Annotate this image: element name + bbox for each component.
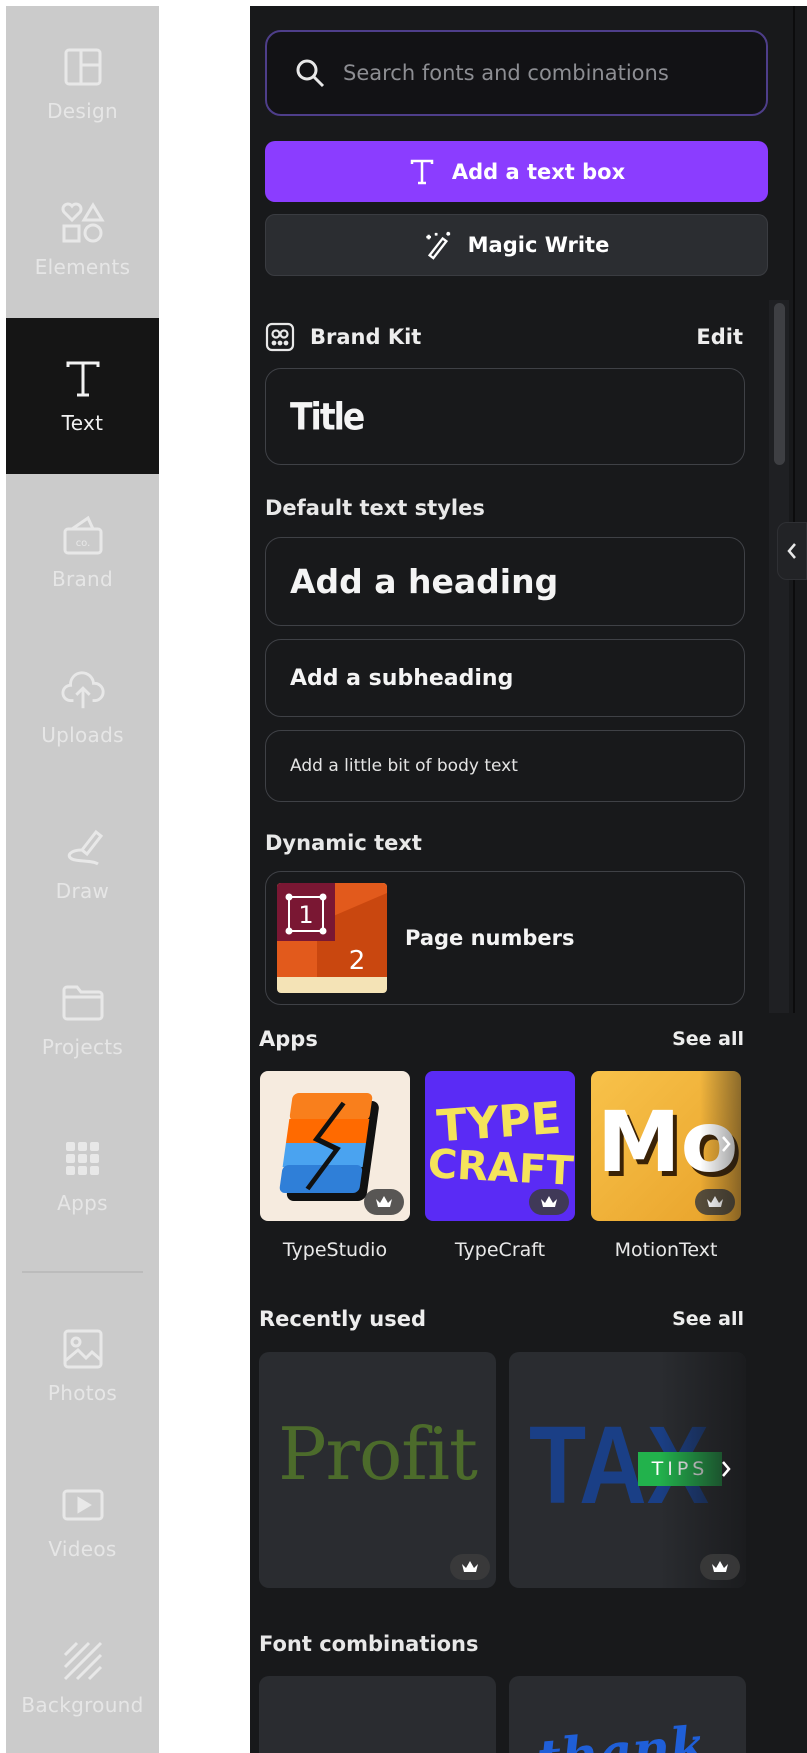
add-heading-button[interactable]: Add a heading xyxy=(265,537,745,626)
rail-item-text[interactable]: Text xyxy=(6,318,159,474)
brand-kit-edit-link[interactable]: Edit xyxy=(696,325,743,349)
premium-crown-icon xyxy=(450,1554,490,1580)
scrollbar-thumb[interactable] xyxy=(774,303,785,465)
search-placeholder: Search fonts and combinations xyxy=(343,61,669,85)
collapse-panel-button[interactable] xyxy=(777,522,807,580)
chevron-right-icon xyxy=(722,1136,731,1152)
body-text: Add a little bit of body text xyxy=(290,756,518,776)
rail-label: Apps xyxy=(57,1191,108,1215)
text-t-icon xyxy=(408,158,436,186)
rail-label: Photos xyxy=(47,1381,118,1405)
add-text-box-button[interactable]: Add a text box xyxy=(265,141,768,202)
rail-label: Brand xyxy=(51,567,114,591)
magic-wand-icon xyxy=(424,231,452,260)
rail-label: Videos xyxy=(48,1537,117,1561)
hatch-icon xyxy=(61,1639,105,1683)
rail-item-uploads[interactable]: Uploads xyxy=(6,630,159,786)
apps-header: Apps See all xyxy=(259,1027,744,1051)
thumb-number-2: 2 xyxy=(349,946,366,976)
page-numbers-label: Page numbers xyxy=(405,926,575,950)
panel-edge xyxy=(793,6,795,1013)
apps-next-button[interactable] xyxy=(713,1131,739,1157)
default-styles-label: Default text styles xyxy=(265,496,485,520)
rail-item-brand[interactable]: co. Brand xyxy=(6,474,159,630)
font-combo-thank-text: thank xyxy=(534,1714,709,1753)
chevron-right-icon xyxy=(722,1461,731,1477)
rail-item-background[interactable]: Background xyxy=(6,1600,159,1753)
subheading-text: Add a subheading xyxy=(290,665,514,691)
font-combo-item-thank[interactable]: thank xyxy=(509,1676,746,1753)
brand-kit-header: Brand Kit Edit xyxy=(265,320,743,354)
typestudio-thumbnail xyxy=(260,1071,410,1221)
brand-kit-icon xyxy=(265,322,295,352)
cloud-upload-icon xyxy=(61,669,105,713)
typecraft-art-line2: CRAFT xyxy=(427,1141,575,1195)
brand-kit-label: Brand Kit xyxy=(310,325,422,349)
shapes-icon xyxy=(61,201,105,245)
rail-label: Text xyxy=(61,411,104,435)
app-name: TypeStudio xyxy=(282,1239,388,1261)
page-numbers-button[interactable]: 1 2 Page numbers xyxy=(265,871,745,1005)
recent-profit-text: Profit xyxy=(278,1412,478,1496)
apps-see-all-link[interactable]: See all xyxy=(672,1028,744,1050)
rail-label: Draw xyxy=(55,879,110,903)
rail-item-videos[interactable]: Videos xyxy=(6,1444,159,1600)
video-icon xyxy=(61,1483,105,1527)
add-subheading-button[interactable]: Add a subheading xyxy=(265,639,745,717)
side-rail: Design Elements Text co. Brand Uploads D… xyxy=(6,6,159,1753)
dynamic-text-label: Dynamic text xyxy=(265,831,422,855)
thumb-number-1: 1 xyxy=(298,901,313,929)
rail-item-projects[interactable]: Projects xyxy=(6,942,159,1098)
svg-text:co.: co. xyxy=(75,538,90,549)
rail-label: Uploads xyxy=(41,723,124,747)
draw-icon xyxy=(61,825,105,869)
magic-write-label: Magic Write xyxy=(467,233,610,257)
recently-used-header: Recently used See all xyxy=(259,1307,744,1331)
text-t-icon xyxy=(61,357,105,401)
apps-label: Apps xyxy=(259,1027,318,1051)
recently-used-label: Recently used xyxy=(259,1307,427,1331)
typecraft-thumbnail: TYPE CRAFT xyxy=(425,1071,575,1221)
recent-item-profit[interactable]: Profit xyxy=(259,1352,496,1588)
magic-write-button[interactable]: Magic Write xyxy=(265,214,768,276)
brand-title-text: Title xyxy=(290,394,365,439)
folder-icon xyxy=(61,981,105,1025)
page-numbers-thumbnail: 1 2 xyxy=(277,883,387,993)
brand-title-style[interactable]: Title xyxy=(265,368,745,465)
add-body-text-button[interactable]: Add a little bit of body text xyxy=(265,730,745,802)
app-typestudio[interactable]: TypeStudio xyxy=(260,1071,410,1261)
rail-divider xyxy=(22,1271,143,1273)
font-combo-item[interactable] xyxy=(259,1676,496,1753)
app-typecraft[interactable]: TYPE CRAFT TypeCraft xyxy=(425,1071,575,1261)
layout-icon xyxy=(61,45,105,89)
recently-used-see-all-link[interactable]: See all xyxy=(672,1308,744,1330)
premium-crown-icon xyxy=(364,1189,404,1215)
rail-label: Projects xyxy=(41,1035,124,1059)
rail-item-elements[interactable]: Elements xyxy=(6,162,159,318)
premium-crown-icon xyxy=(529,1189,569,1215)
rail-item-photos[interactable]: Photos xyxy=(6,1288,159,1444)
rail-item-draw[interactable]: Draw xyxy=(6,786,159,942)
rail-label: Design xyxy=(47,99,118,123)
chevron-left-icon xyxy=(787,543,796,559)
search-input[interactable]: Search fonts and combinations xyxy=(265,30,768,116)
app-name: TypeCraft xyxy=(454,1239,546,1261)
photo-icon xyxy=(61,1327,105,1371)
rail-item-apps[interactable]: Apps xyxy=(6,1098,159,1254)
recent-item-tax-tips[interactable]: TAX TIPS xyxy=(509,1352,746,1588)
heading-text: Add a heading xyxy=(290,562,559,601)
brand-icon: co. xyxy=(61,513,105,557)
rail-label: Background xyxy=(21,1693,144,1717)
app-name: MotionText xyxy=(614,1239,718,1261)
search-icon xyxy=(296,59,325,88)
font-combinations-label: Font combinations xyxy=(259,1632,479,1656)
premium-crown-icon xyxy=(700,1554,740,1580)
rail-item-design[interactable]: Design xyxy=(6,6,159,162)
recent-next-button[interactable] xyxy=(713,1456,739,1482)
rail-label: Elements xyxy=(34,255,131,279)
grid-icon xyxy=(61,1137,105,1181)
apps-fade xyxy=(700,1071,780,1221)
add-text-box-label: Add a text box xyxy=(451,159,626,184)
